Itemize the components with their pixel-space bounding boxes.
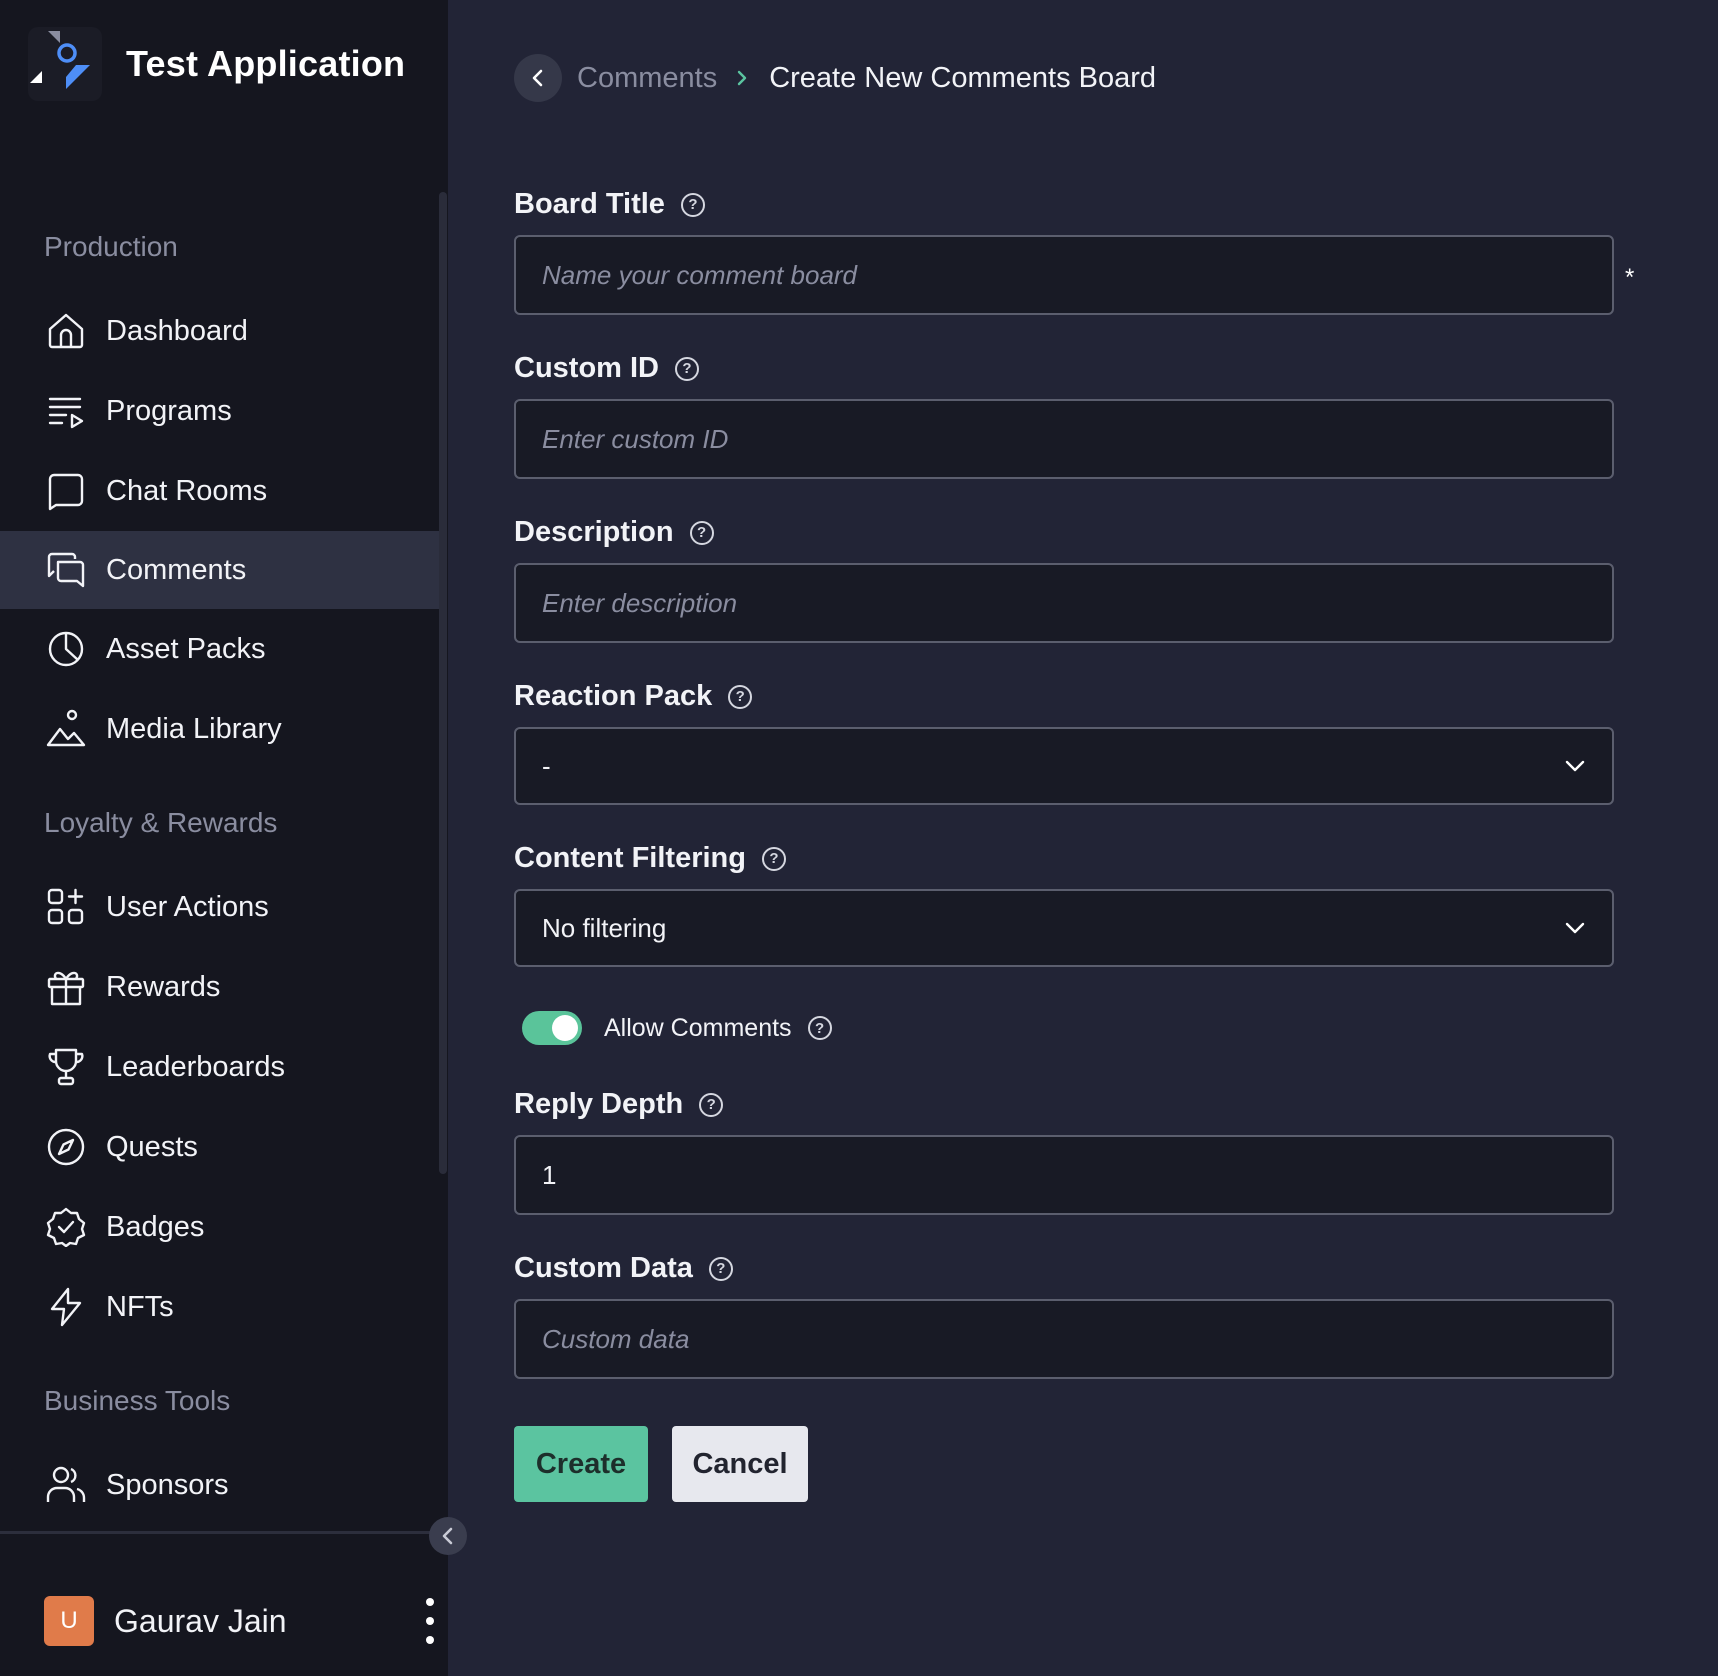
board-title-input[interactable] xyxy=(514,235,1614,315)
allow-comments-toggle[interactable] xyxy=(522,1011,582,1045)
sidebar-item-comments[interactable]: Comments xyxy=(0,531,440,609)
sidebar-item-label: Leaderboards xyxy=(106,1050,285,1083)
content-filtering-selected: No filtering xyxy=(542,912,667,943)
reaction-pack-label-text: Reaction Pack xyxy=(514,680,713,712)
sidebar-item-label: Media Library xyxy=(106,712,282,745)
sidebar-item-label: Asset Packs xyxy=(106,632,266,665)
sidebar: Test Application Production Dashboard Pr… xyxy=(0,0,448,1676)
help-icon[interactable]: ? xyxy=(807,1016,832,1040)
sidebar-item-label: Dashboard xyxy=(106,314,248,347)
sidebar-item-label: User Actions xyxy=(106,890,269,923)
custom-data-label: Custom Data ? xyxy=(514,1252,733,1285)
lightning-icon xyxy=(44,1285,88,1329)
sidebar-item-rewards[interactable]: Rewards xyxy=(0,948,440,1026)
sidebar-divider xyxy=(0,1531,430,1534)
app-logo xyxy=(28,27,102,101)
content-filtering-label: Content Filtering ? xyxy=(514,842,786,875)
help-icon[interactable]: ? xyxy=(675,356,699,381)
breadcrumb-link-comments[interactable]: Comments xyxy=(577,62,717,95)
sidebar-item-label: Sponsors xyxy=(106,1468,229,1501)
sidebar-item-user-actions[interactable]: User Actions xyxy=(0,868,440,946)
custom-data-input[interactable] xyxy=(514,1299,1614,1379)
pie-chart-icon xyxy=(44,627,88,671)
cancel-button[interactable]: Cancel xyxy=(672,1426,808,1502)
description-input[interactable] xyxy=(514,563,1614,643)
sidebar-item-sponsors[interactable]: Sponsors xyxy=(0,1446,440,1524)
sidebar-item-label: Rewards xyxy=(106,970,221,1003)
chevron-down-icon xyxy=(1565,922,1585,934)
sidebar-item-nfts[interactable]: NFTs xyxy=(0,1268,440,1346)
create-button[interactable]: Create xyxy=(514,1426,648,1502)
allow-comments-label: Allow Comments xyxy=(604,1013,792,1042)
custom-id-label: Custom ID ? xyxy=(514,352,699,385)
help-icon[interactable]: ? xyxy=(728,684,753,709)
sidebar-item-label: Programs xyxy=(106,394,232,427)
sidebar-item-chat-rooms[interactable]: Chat Rooms xyxy=(0,452,440,530)
chevron-down-icon xyxy=(1565,760,1585,772)
sidebar-item-label: Badges xyxy=(106,1210,205,1243)
reaction-pack-select[interactable]: - xyxy=(514,727,1614,805)
badge-check-icon xyxy=(44,1205,88,1249)
playlist-icon xyxy=(44,389,88,433)
sidebar-item-programs[interactable]: Programs xyxy=(0,372,440,450)
trophy-icon xyxy=(44,1045,88,1089)
sidebar-item-media-library[interactable]: Media Library xyxy=(0,690,440,768)
help-icon[interactable]: ? xyxy=(708,1256,733,1281)
breadcrumb: Comments Create New Comments Board xyxy=(514,54,1156,102)
content-filtering-select[interactable]: No filtering xyxy=(514,889,1614,967)
custom-id-input[interactable] xyxy=(514,399,1614,479)
board-title-label-text: Board Title xyxy=(514,188,665,220)
chat-bubble-icon xyxy=(44,469,88,513)
section-label-production: Production xyxy=(44,231,178,262)
help-icon[interactable]: ? xyxy=(689,520,714,545)
avatar: U xyxy=(44,1596,94,1646)
sidebar-item-label: NFTs xyxy=(106,1290,174,1323)
required-marker: * xyxy=(1625,264,1635,291)
allow-comments-row: Allow Comments ? xyxy=(522,1011,832,1045)
reaction-pack-label: Reaction Pack ? xyxy=(514,680,753,713)
users-icon xyxy=(44,1463,88,1507)
back-button[interactable] xyxy=(514,54,562,102)
sidebar-scrollbar[interactable] xyxy=(439,192,447,1174)
apps-add-icon xyxy=(44,885,88,929)
reply-depth-input[interactable] xyxy=(514,1135,1614,1215)
user-profile[interactable]: U Gaurav Jain xyxy=(44,1596,440,1646)
gift-icon xyxy=(44,965,88,1009)
content-filtering-label-text: Content Filtering xyxy=(514,842,746,874)
reply-depth-label: Reply Depth ? xyxy=(514,1088,724,1121)
sidebar-item-label: Chat Rooms xyxy=(106,474,268,507)
sidebar-item-label: Comments xyxy=(106,553,247,586)
home-icon xyxy=(44,309,88,353)
custom-id-label-text: Custom ID xyxy=(514,352,659,384)
board-title-label: Board Title ? xyxy=(514,188,705,221)
reply-depth-label-text: Reply Depth xyxy=(514,1088,684,1120)
reaction-pack-selected: - xyxy=(542,750,551,781)
compass-icon xyxy=(44,1125,88,1169)
app-title: Test Application xyxy=(126,43,406,84)
sidebar-item-badges[interactable]: Badges xyxy=(0,1188,440,1266)
chevron-left-icon xyxy=(532,69,543,87)
sidebar-item-quests[interactable]: Quests xyxy=(0,1108,440,1186)
help-icon[interactable]: ? xyxy=(761,846,786,871)
description-label: Description ? xyxy=(514,516,714,549)
help-icon[interactable]: ? xyxy=(680,192,705,217)
main-content: Comments Create New Comments Board Board… xyxy=(448,0,1718,1676)
sidebar-item-dashboard[interactable]: Dashboard xyxy=(0,292,440,370)
image-icon xyxy=(44,707,88,751)
description-label-text: Description xyxy=(514,516,674,548)
custom-data-label-text: Custom Data xyxy=(514,1252,693,1284)
sidebar-item-asset-packs[interactable]: Asset Packs xyxy=(0,610,440,688)
help-icon[interactable]: ? xyxy=(699,1092,724,1117)
toggle-knob xyxy=(552,1015,578,1041)
breadcrumb-current: Create New Comments Board xyxy=(769,61,1157,94)
user-name: Gaurav Jain xyxy=(114,1602,287,1639)
sidebar-item-label: Quests xyxy=(106,1130,198,1163)
section-label-business-tools: Business Tools xyxy=(44,1385,231,1416)
brand: Test Application xyxy=(28,24,405,104)
chevron-right-icon xyxy=(735,70,749,86)
sidebar-item-leaderboards[interactable]: Leaderboards xyxy=(0,1028,440,1106)
more-vertical-icon[interactable] xyxy=(420,1598,440,1644)
comments-icon xyxy=(44,548,88,592)
section-label-loyalty: Loyalty & Rewards xyxy=(44,807,278,838)
